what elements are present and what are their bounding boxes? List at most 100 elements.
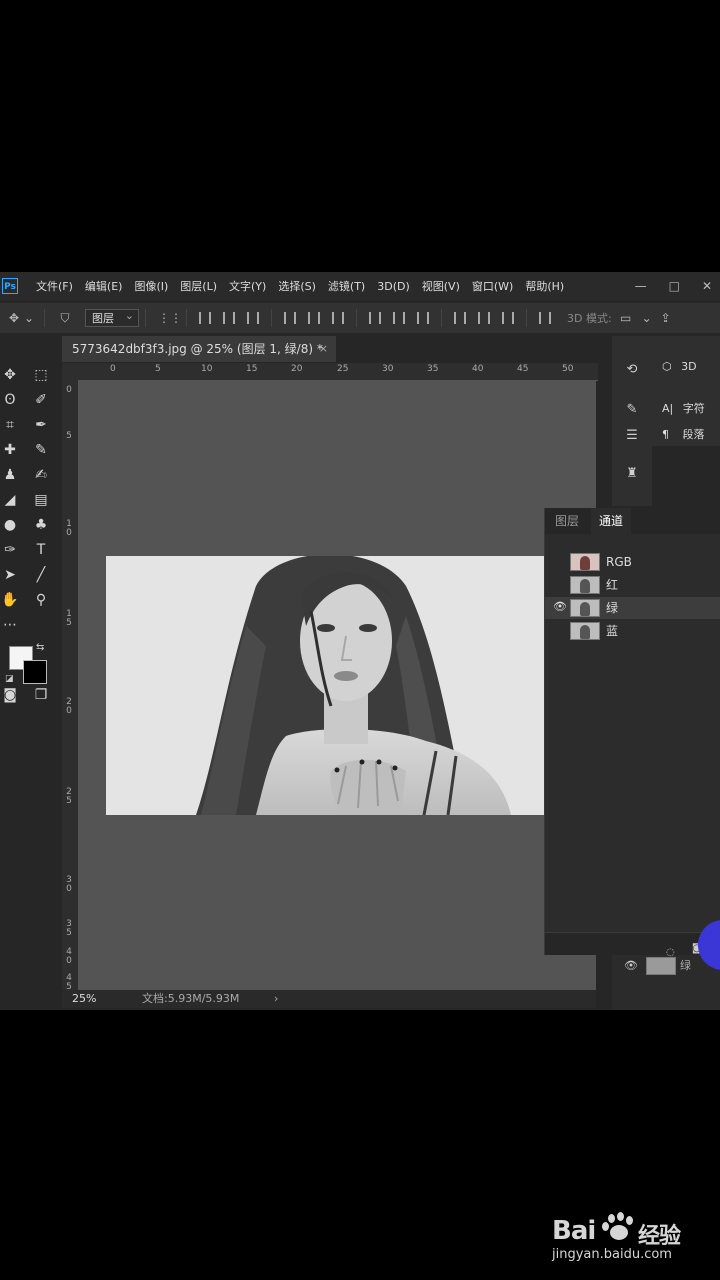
swap-colors-icon[interactable]: ⇆: [36, 642, 44, 653]
close-document-icon[interactable]: ×: [319, 336, 328, 362]
adjustments-icon[interactable]: ☰: [622, 426, 642, 446]
zoom-level[interactable]: 25%: [72, 990, 96, 1008]
menu-edit[interactable]: 编辑(E): [85, 278, 123, 294]
divider: [441, 309, 442, 327]
line-tool-icon[interactable]: ╱: [31, 565, 51, 585]
share-icon[interactable]: ⇪: [658, 311, 674, 325]
channel-thumbnail: [570, 622, 600, 640]
video-icon[interactable]: ▭: [618, 311, 634, 325]
align-left-icon[interactable]: [284, 312, 296, 324]
chevron-down-icon[interactable]: ⌄: [24, 311, 34, 325]
distribute-right-icon[interactable]: [502, 312, 514, 324]
zoom-tool-icon[interactable]: ⚲: [31, 590, 51, 610]
quick-mask-icon[interactable]: ◙: [0, 685, 20, 705]
minimize-button[interactable]: —: [635, 279, 647, 293]
channel-name: 蓝: [606, 624, 619, 638]
brush-settings-icon[interactable]: ✎: [622, 400, 642, 420]
ruler-label: 15: [246, 364, 258, 374]
menu-view[interactable]: 视图(V): [422, 278, 460, 294]
background-color-swatch[interactable]: [23, 660, 47, 684]
quick-select-tool-icon[interactable]: ✐: [31, 390, 51, 410]
type-tool-icon[interactable]: T: [31, 540, 51, 560]
auto-align-icon[interactable]: [539, 312, 551, 324]
pen-tool-icon[interactable]: ✑: [0, 540, 20, 560]
move-tool-icon[interactable]: ✥: [6, 311, 22, 325]
panel-character[interactable]: A| 字符: [662, 400, 705, 416]
history-panel-icon[interactable]: ⟲: [622, 360, 642, 380]
close-button[interactable]: ✕: [702, 279, 712, 293]
align-hcenter-icon[interactable]: [308, 312, 320, 324]
channel-row-blue[interactable]: 蓝: [545, 620, 720, 642]
menu-type[interactable]: 文字(Y): [229, 278, 266, 294]
paragraph-icon: ¶: [662, 428, 669, 441]
distribute-bottom-icon[interactable]: [417, 312, 429, 324]
maximize-button[interactable]: □: [669, 279, 680, 293]
menu-help[interactable]: 帮助(H): [525, 278, 564, 294]
menu-window[interactable]: 窗口(W): [472, 278, 513, 294]
visibility-toggle[interactable]: [553, 578, 565, 590]
menu-3d[interactable]: 3D(D): [377, 280, 410, 293]
eye-icon[interactable]: 👁: [624, 959, 638, 972]
menu-select[interactable]: 选择(S): [278, 278, 316, 294]
lasso-tool-icon[interactable]: ʘ: [0, 390, 20, 410]
panel-3d[interactable]: ⬡ 3D: [662, 360, 697, 373]
status-bar: 25% 文档:5.93M/5.93M ›: [62, 990, 596, 1008]
channel-row-red[interactable]: 红: [545, 574, 720, 596]
visibility-toggle[interactable]: [553, 624, 565, 636]
crop-tool-icon[interactable]: ⌗: [0, 415, 20, 435]
align-vcenter-icon[interactable]: [223, 312, 235, 324]
move-tool-icon[interactable]: ✥: [0, 365, 20, 385]
tab-channels[interactable]: 通道: [591, 508, 632, 534]
blur-tool-icon[interactable]: ●: [0, 515, 20, 535]
menu-filter[interactable]: 滤镜(T): [328, 278, 365, 294]
dodge-tool-icon[interactable]: ♣: [31, 515, 51, 535]
gradient-tool-icon[interactable]: ▤: [31, 490, 51, 510]
collapsed-panels: ⬡ 3D A| 字符 ¶ 段落: [652, 336, 720, 446]
screen-mode-icon[interactable]: ❐: [31, 685, 51, 705]
ruler-label: 40: [472, 364, 484, 374]
layers-row[interactable]: ◌ ◙ 👁 绿: [612, 943, 720, 1010]
default-colors-icon[interactable]: ◪: [5, 674, 14, 684]
chevron-down-icon[interactable]: ⌄: [642, 311, 652, 325]
clone-source-icon[interactable]: ♜: [622, 464, 642, 484]
menu-layer[interactable]: 图层(L): [180, 278, 217, 294]
eyedropper-tool-icon[interactable]: ✒: [31, 415, 51, 435]
divider: [271, 309, 272, 327]
channel-row-green[interactable]: 👁 绿: [545, 597, 720, 619]
eraser-tool-icon[interactable]: ◢: [0, 490, 20, 510]
path-select-tool-icon[interactable]: ➤: [0, 565, 20, 585]
options-bar: ✥ ⌄ ⛉ 图层 ⋮⋮ 3D 模式: ▭ ⌄ ⇪: [0, 303, 720, 333]
distribute-top-icon[interactable]: [369, 312, 381, 324]
healing-brush-tool-icon[interactable]: ✚: [0, 440, 20, 460]
auto-select-dropdown[interactable]: 图层: [85, 307, 139, 327]
divider: [356, 309, 357, 327]
visibility-toggle[interactable]: [553, 555, 565, 567]
align-bottom-icon[interactable]: [247, 312, 259, 324]
distribute-hcenter-icon[interactable]: [478, 312, 490, 324]
status-menu-icon[interactable]: ›: [274, 990, 278, 1008]
document-tab[interactable]: 5773642dbf3f3.jpg @ 25% (图层 1, 绿/8) * ×: [62, 336, 336, 362]
auto-select-icon[interactable]: ⛉: [57, 311, 73, 325]
marquee-tool-icon[interactable]: ⬚: [31, 365, 51, 385]
clone-stamp-tool-icon[interactable]: ♟: [0, 465, 20, 485]
more-tools-icon[interactable]: ⋯: [0, 615, 20, 635]
menu-image[interactable]: 图像(I): [134, 278, 168, 294]
eye-icon[interactable]: 👁: [553, 601, 567, 613]
channel-row-rgb[interactable]: RGB: [545, 551, 720, 573]
brush-tool-icon[interactable]: ✎: [31, 440, 51, 460]
tab-layers[interactable]: 图层: [547, 508, 587, 534]
ruler-label: 1 5: [66, 609, 72, 628]
align-top-icon[interactable]: [199, 312, 211, 324]
ruler-label: 5: [155, 364, 161, 374]
divider: [44, 309, 45, 327]
align-right-icon[interactable]: [332, 312, 344, 324]
distribute-vcenter-icon[interactable]: [393, 312, 405, 324]
canvas-image[interactable]: [106, 556, 546, 815]
hand-tool-icon[interactable]: ✋: [0, 590, 20, 610]
distribute-left-icon[interactable]: [454, 312, 466, 324]
history-brush-tool-icon[interactable]: ✍: [31, 465, 51, 485]
menu-file[interactable]: 文件(F): [36, 278, 73, 294]
transform-controls-icon[interactable]: ⋮⋮: [158, 311, 182, 325]
panel-paragraph-label: 段落: [682, 428, 705, 441]
panel-paragraph[interactable]: ¶ 段落: [662, 426, 705, 442]
